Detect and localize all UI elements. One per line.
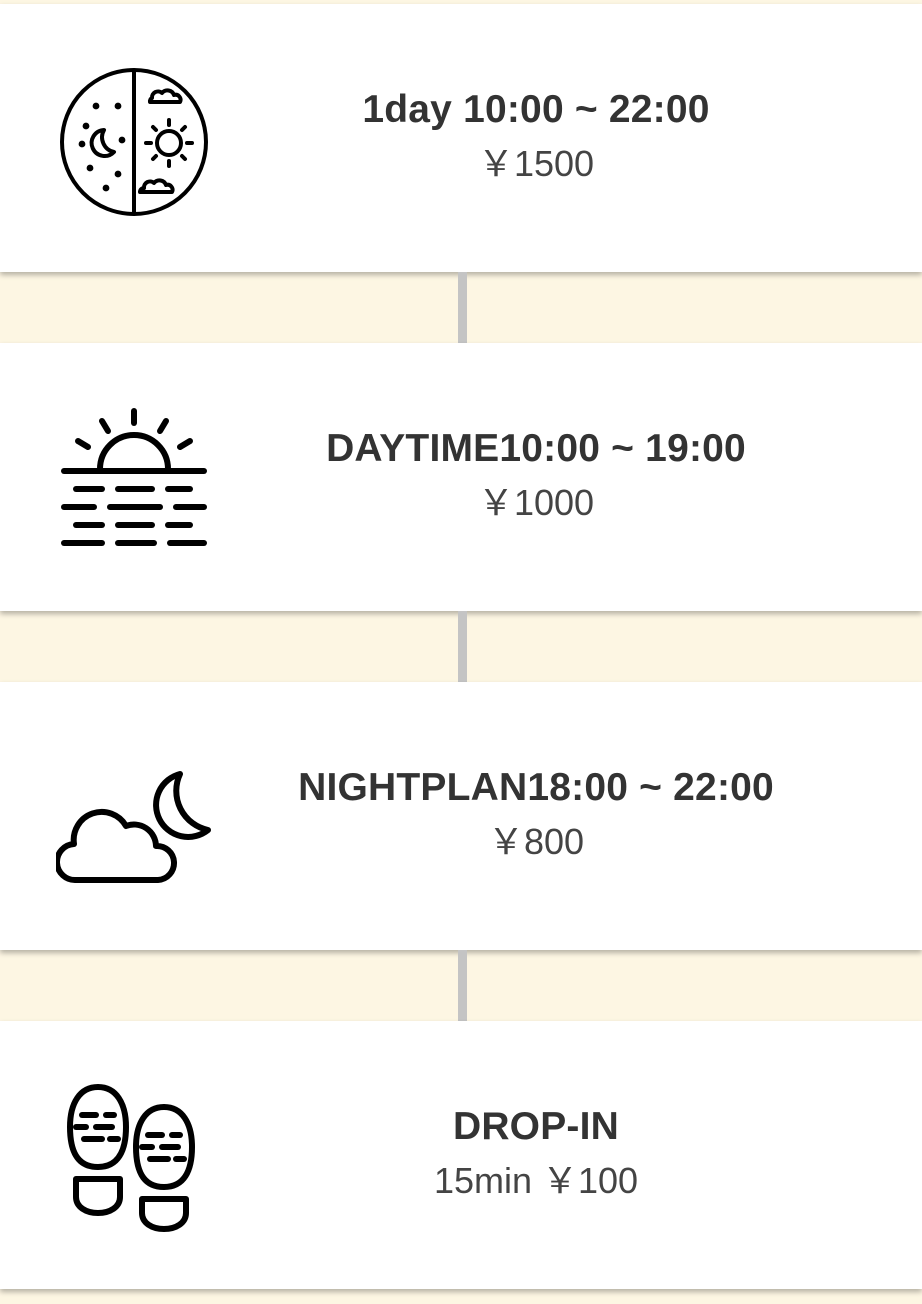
plan-title: 1day 10:00 ~ 22:00	[362, 88, 710, 131]
plan-card-1day: 1day 10:00 ~ 22:00 ￥1500	[0, 4, 922, 272]
plan-price: ￥800	[487, 821, 585, 862]
plan-card-daytime: DAYTIME10:00 ~ 19:00 ￥1000	[0, 343, 922, 611]
footprints-icon	[56, 1081, 212, 1237]
plan-title: DAYTIME10:00 ~ 19:00	[326, 427, 746, 470]
sunrise-icon	[56, 403, 212, 559]
plan-price: ￥1000	[477, 482, 595, 523]
plan-title: DROP-IN	[452, 1105, 620, 1148]
plan-price: 15min ￥100	[433, 1160, 639, 1201]
day-night-icon	[56, 64, 212, 220]
plan-price: ￥1500	[477, 143, 595, 184]
connector-line	[458, 272, 467, 344]
cloud-moon-icon	[56, 742, 212, 898]
plan-title: NIGHTPLAN18:00 ~ 22:00	[298, 766, 774, 809]
plan-card-dropin: DROP-IN 15min ￥100	[0, 1021, 922, 1289]
connector-line	[458, 611, 467, 683]
plan-text: DROP-IN 15min ￥100	[230, 1021, 922, 1289]
plan-text: NIGHTPLAN18:00 ~ 22:00 ￥800	[230, 682, 922, 950]
connector-line	[458, 950, 467, 1022]
price-plan-list: 1day 10:00 ~ 22:00 ￥1500 DAYTIME10:00 ~ …	[0, 0, 922, 1304]
plan-text: DAYTIME10:00 ~ 19:00 ￥1000	[230, 343, 922, 611]
plan-card-night: NIGHTPLAN18:00 ~ 22:00 ￥800	[0, 682, 922, 950]
plan-text: 1day 10:00 ~ 22:00 ￥1500	[230, 4, 922, 272]
